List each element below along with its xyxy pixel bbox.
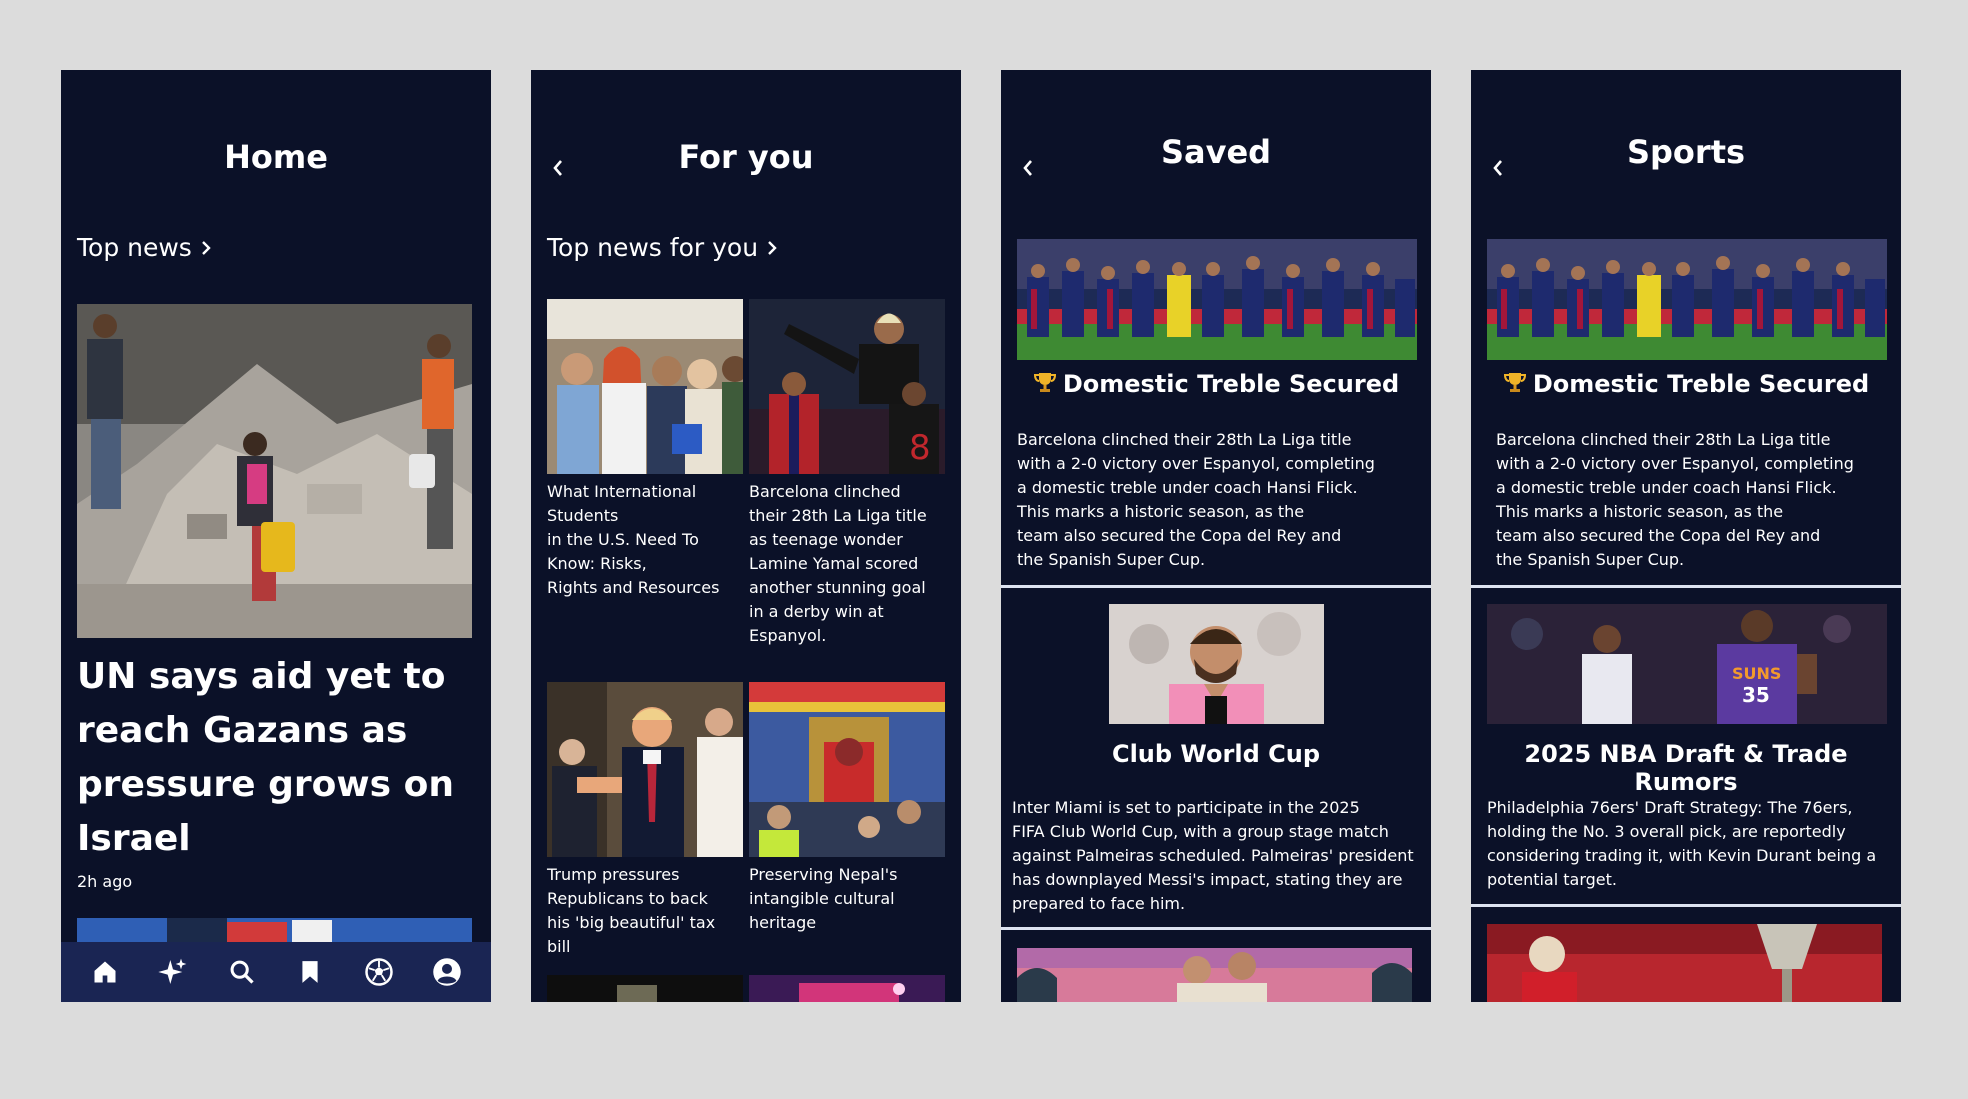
divider [1471,904,1901,907]
bottom-nav [61,942,491,1002]
chevron-right-icon [201,240,211,255]
next-article-image[interactable] [749,975,945,1002]
trophy-icon [1503,373,1526,392]
next-article-image[interactable] [1487,924,1882,1002]
article-image [1017,239,1417,360]
profile-icon[interactable] [423,948,471,996]
article-caption: Barcelona clinched their 28th La Liga ti… [749,482,927,645]
next-article-image[interactable] [1017,948,1412,1002]
sports-card[interactable]: Domestic Treble Secured Barcelona clinch… [1471,70,1901,585]
sparkles-icon[interactable] [149,948,197,996]
bookmark-icon[interactable] [286,948,334,996]
for-you-screen: For you Top news for you What Internatio… [531,70,961,1002]
article-tile[interactable]: Trump pressures Republicans to back his … [547,682,743,959]
top-news-link[interactable]: Top news [77,233,212,262]
top-news-for-you-link[interactable]: Top news for you [547,233,778,262]
article-tile[interactable]: 8 Barcelona clinched their 28th La Liga … [749,299,945,648]
article-image [1487,239,1887,360]
saved-screen: Saved Domestic Treble Secured Barcelona … [1001,70,1431,1002]
article-image [1109,604,1324,724]
trophy-icon [1033,373,1056,392]
svg-text:8: 8 [909,428,931,468]
hero-headline[interactable]: UN says aid yet to reach Gazans as press… [77,650,477,866]
article-image [547,682,743,857]
soccer-ball-icon[interactable] [355,948,403,996]
sports-screen: Sports Domestic Treble Secured Barcelona… [1471,70,1901,1002]
article-caption: Trump pressures Republicans to back his … [547,865,716,956]
card-body: Inter Miami is set to participate in the… [1012,798,1414,913]
search-icon[interactable] [218,948,266,996]
saved-card[interactable]: Club World Cup Inter Miami is set to par… [1001,588,1431,998]
card-body: Barcelona clinched their 28th La Liga ti… [1496,430,1854,569]
timestamp: 2h ago [77,872,133,891]
card-title: Domestic Treble Secured [1001,370,1431,398]
svg-text:SUNS: SUNS [1732,664,1781,683]
svg-text:35: 35 [1742,683,1770,707]
page-title: For you [678,138,814,176]
card-body: Philadelphia 76ers' Draft Strategy: The … [1487,798,1877,889]
home-screen: Home Top news UN says aid yet to reach G… [61,70,491,1002]
card-title: Club World Cup [1111,740,1321,768]
card-body: Barcelona clinched their 28th La Liga ti… [1017,430,1375,569]
article-tile[interactable]: Preserving Nepal's intangible cultural h… [749,682,945,935]
home-icon[interactable] [81,948,129,996]
article-tile[interactable]: What International Students in the U.S. … [547,299,743,600]
section-link-label: Top news [77,233,192,262]
saved-card[interactable]: Domestic Treble Secured Barcelona clinch… [1001,70,1431,585]
card-title-text: Domestic Treble Secured [1532,370,1870,398]
divider [1001,927,1431,930]
article-caption: What International Students in the U.S. … [547,482,720,597]
section-link-label: Top news for you [547,233,759,262]
card-title: Domestic Treble Secured [1471,370,1901,398]
article-image [749,682,945,857]
card-title-text: Domestic Treble Secured [1062,370,1400,398]
article-caption: Preserving Nepal's intangible cultural h… [749,865,898,932]
article-image: 8 [749,299,945,474]
hero-image[interactable] [77,304,472,638]
article-image [547,299,743,474]
card-title: 2025 NBA Draft & Trade Rumors [1524,740,1848,796]
chevron-right-icon [768,240,777,255]
next-article-image[interactable] [547,975,743,1002]
article-image: SUNS 35 [1487,604,1887,724]
page-title: Home [224,138,328,176]
sports-card[interactable]: SUNS 35 2025 NBA Draft & Trade Rumors Ph… [1471,588,1901,908]
